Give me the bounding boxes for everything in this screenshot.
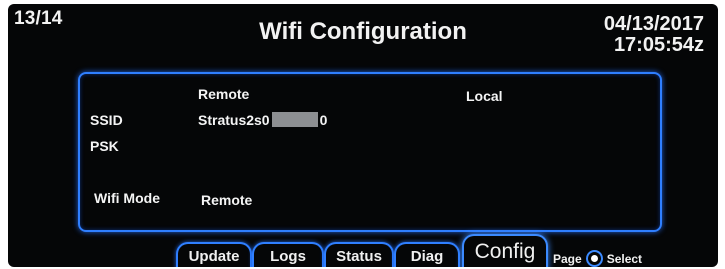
local-column-header: Local	[466, 88, 503, 104]
wifi-mode-value: Remote	[201, 192, 253, 208]
select-hint-label: Select	[606, 252, 643, 266]
tab-update[interactable]: Update	[176, 242, 252, 267]
footer-hint: Page Select	[553, 250, 642, 267]
date-display: 04/13/2017	[603, 13, 704, 35]
time-display: 17:05:54z	[613, 34, 704, 56]
redacted-block	[271, 112, 318, 127]
device-screen: 13/14 Wifi Configuration 04/13/2017 17:0…	[8, 4, 718, 267]
wifi-mode-label: Wifi Mode	[94, 190, 160, 206]
ssid-suffix: 0	[319, 112, 328, 128]
wifi-config-panel: Remote Local SSID Stratus2s0 0 PSK Wifi M…	[78, 72, 662, 232]
ssid-prefix: Stratus2s0	[198, 112, 270, 128]
tab-diag[interactable]: Diag	[394, 242, 460, 267]
psk-label: PSK	[90, 138, 119, 154]
ssid-remote-value: Stratus2s0 0	[198, 112, 327, 128]
tab-config[interactable]: Config	[462, 234, 548, 267]
tab-logs[interactable]: Logs	[252, 242, 324, 267]
remote-column-header: Remote	[198, 86, 250, 102]
page-hint-label: Page	[553, 252, 582, 266]
ssid-label: SSID	[90, 112, 123, 128]
tab-status[interactable]: Status	[324, 242, 394, 267]
clock: 04/13/2017 17:05:54z	[604, 14, 704, 56]
knob-icon	[585, 250, 603, 267]
